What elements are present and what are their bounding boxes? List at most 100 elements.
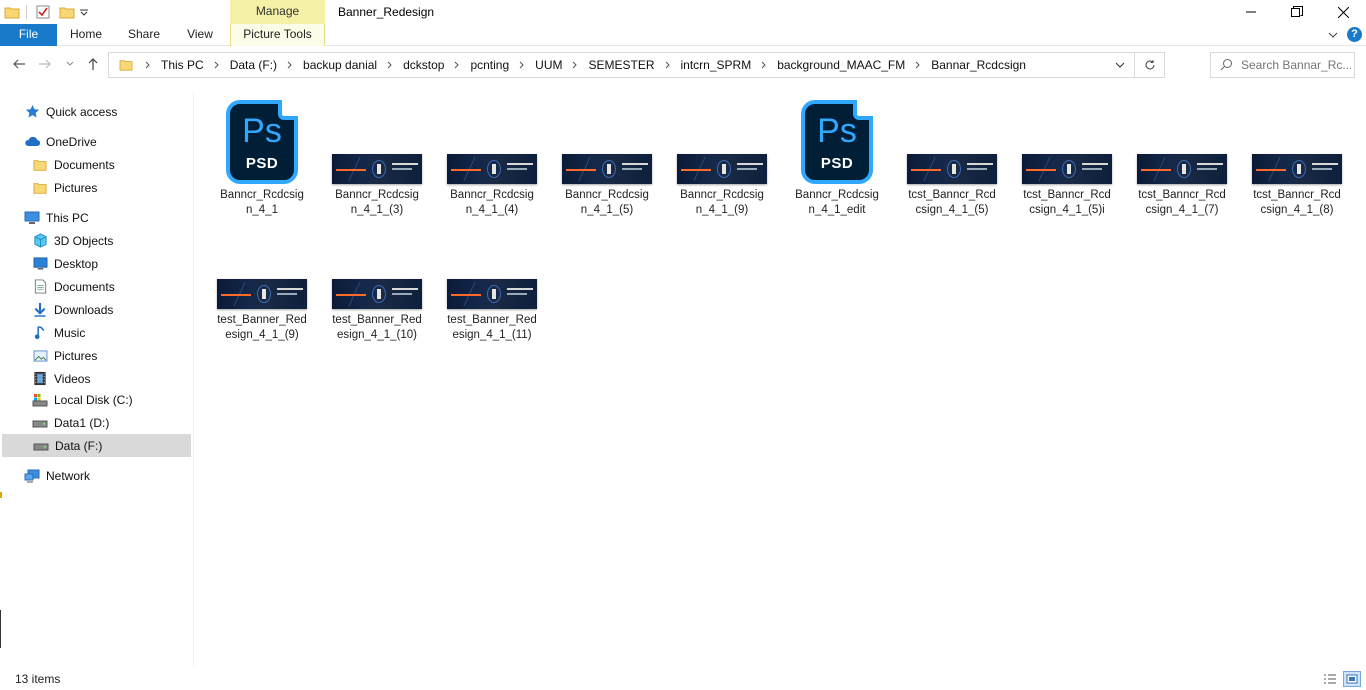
sidebar-item-label: Local Disk (C:) bbox=[54, 392, 133, 407]
close-icon bbox=[1337, 6, 1349, 18]
recent-locations-button[interactable] bbox=[64, 55, 76, 73]
ribbon-tabs: File Home Share View Picture Tools ? bbox=[0, 24, 1366, 46]
folder-icon bbox=[32, 157, 48, 173]
file-tile[interactable]: Banncr_Rcdcsign_4_1_(3) bbox=[330, 96, 424, 218]
status-bar: 13 items bbox=[0, 668, 1366, 690]
sidebar-item-quick-access[interactable]: Quick access bbox=[24, 100, 117, 123]
breadcrumb-uum[interactable]: UUM bbox=[533, 58, 564, 72]
file-tile[interactable]: Banncr_Rcdcsign_4_1_(4) bbox=[445, 96, 539, 218]
file-name: tcst_Banncr_Rcdcsign_4_1_(7) bbox=[1138, 189, 1226, 216]
file-tile[interactable]: Banncr_Rcdcsign_4_1_(5) bbox=[560, 96, 654, 218]
sidebar-item-this-pc[interactable]: This PC bbox=[24, 206, 89, 229]
breadcrumb-separator[interactable] bbox=[511, 61, 533, 69]
sidebar-item-pictures[interactable]: Pictures bbox=[32, 344, 97, 367]
address-bar[interactable]: This PC Data (F:) backup danial dckstop … bbox=[108, 52, 1165, 78]
close-button[interactable] bbox=[1320, 0, 1366, 24]
file-name: test_Banner_Redesign_4_1_(11) bbox=[447, 314, 537, 341]
file-tile[interactable]: tcst_Banncr_Rcdcsign_4_1_(5) bbox=[905, 96, 999, 218]
refresh-icon bbox=[1145, 60, 1154, 70]
breadcrumb-backup-danial[interactable]: backup danial bbox=[301, 58, 379, 72]
breadcrumb-separator[interactable] bbox=[564, 61, 586, 69]
address-history-button[interactable] bbox=[1110, 53, 1130, 77]
sidebar-item-music[interactable]: Music bbox=[32, 321, 85, 344]
breadcrumb-separator[interactable] bbox=[657, 61, 679, 69]
breadcrumb-data-f[interactable]: Data (F:) bbox=[228, 58, 279, 72]
search-input[interactable] bbox=[1241, 56, 1351, 74]
minimize-icon bbox=[1246, 11, 1256, 13]
back-button[interactable] bbox=[10, 55, 28, 73]
file-tile[interactable]: tcst_Banncr_Rcdcsign_4_1_(5)i bbox=[1020, 96, 1114, 218]
search-box[interactable] bbox=[1210, 52, 1355, 78]
details-view-icon bbox=[1324, 674, 1336, 684]
toolbar-divider bbox=[26, 5, 27, 19]
breadcrumb-this-pc[interactable]: This PC bbox=[159, 58, 206, 72]
details-view-button[interactable] bbox=[1321, 671, 1339, 687]
sidebar-item-onedrive[interactable]: OneDrive bbox=[24, 130, 97, 153]
breadcrumb-background-maac-fm[interactable]: background_MAAC_FM bbox=[775, 58, 907, 72]
file-name: Banncr_Rcdcsign_4_1_(5) bbox=[565, 189, 649, 216]
tab-home[interactable]: Home bbox=[62, 24, 110, 46]
sidebar-item-desktop[interactable]: Desktop bbox=[32, 252, 98, 275]
breadcrumb-separator[interactable] bbox=[753, 61, 775, 69]
breadcrumb-semester[interactable]: SEMESTER bbox=[586, 58, 656, 72]
restore-button[interactable] bbox=[1274, 0, 1320, 24]
file-tile[interactable]: Ps PSD Banncr_Rcdcsign_4_1_edit bbox=[790, 96, 884, 218]
sidebar-item-onedrive-documents[interactable]: Documents bbox=[32, 153, 115, 176]
tab-file[interactable]: File bbox=[0, 24, 57, 46]
breadcrumb-intern-sprm[interactable]: intcrn_SPRM bbox=[679, 58, 754, 72]
sidebar-item-videos[interactable]: Videos bbox=[32, 367, 90, 390]
file-tile[interactable]: tcst_Banncr_Rcdcsign_4_1_(8) bbox=[1250, 96, 1344, 218]
image-thumbnail bbox=[332, 154, 422, 184]
tab-picture-tools[interactable]: Picture Tools bbox=[230, 24, 325, 46]
minimize-button[interactable] bbox=[1228, 0, 1274, 24]
file-name: test_Banner_Redesign_4_1_(10) bbox=[332, 314, 422, 341]
tab-share[interactable]: Share bbox=[120, 24, 168, 46]
restore-icon bbox=[1291, 6, 1303, 17]
large-icons-view-icon bbox=[1346, 674, 1358, 684]
computer-icon bbox=[24, 210, 40, 226]
sidebar-item-network[interactable]: Network bbox=[24, 464, 90, 487]
breadcrumb-separator[interactable] bbox=[907, 61, 929, 69]
breadcrumb-separator[interactable] bbox=[446, 61, 468, 69]
file-tile[interactable]: test_Banner_Redesign_4_1_(11) bbox=[445, 221, 539, 343]
file-tile[interactable]: test_Banner_Redesign_4_1_(10) bbox=[330, 221, 424, 343]
sidebar-item-label: OneDrive bbox=[46, 134, 97, 149]
pane-divider[interactable] bbox=[193, 92, 194, 666]
sidebar-item-documents[interactable]: Documents bbox=[32, 275, 115, 298]
breadcrumb-separator[interactable] bbox=[206, 61, 228, 69]
customize-toolbar-icon[interactable] bbox=[79, 4, 89, 20]
sidebar-item-downloads[interactable]: Downloads bbox=[32, 298, 113, 321]
image-thumbnail bbox=[1022, 154, 1112, 184]
large-icons-view-button[interactable] bbox=[1343, 671, 1361, 687]
new-folder-icon[interactable] bbox=[59, 4, 75, 20]
sidebar-item-label: Documents bbox=[54, 279, 115, 294]
file-tile[interactable]: Banncr_Rcdcsign_4_1_(9) bbox=[675, 96, 769, 218]
properties-icon[interactable] bbox=[35, 4, 51, 20]
file-tile[interactable]: tcst_Banncr_Rcdcsign_4_1_(7) bbox=[1135, 96, 1229, 218]
forward-button[interactable] bbox=[36, 55, 54, 73]
breadcrumb-separator[interactable] bbox=[279, 61, 301, 69]
file-tile[interactable]: Ps PSD Banncr_Rcdcsign_4_1 bbox=[215, 96, 309, 218]
refresh-button[interactable] bbox=[1134, 53, 1164, 77]
breadcrumb-penting[interactable]: pcnting bbox=[468, 58, 511, 72]
chevron-down-icon bbox=[66, 61, 74, 66]
breadcrumb-banner-redesign[interactable]: Bannar_Rcdcsign bbox=[929, 58, 1028, 72]
manage-contextual-tab[interactable]: Manage bbox=[230, 0, 325, 24]
file-name: Banncr_Rcdcsign_4_1_(9) bbox=[680, 189, 764, 216]
file-tile[interactable]: test_Banner_Redesign_4_1_(9) bbox=[215, 221, 309, 343]
arrow-up-icon bbox=[88, 58, 98, 70]
cube-icon bbox=[32, 233, 48, 249]
expand-ribbon-icon[interactable] bbox=[1326, 28, 1340, 42]
navigation-pane: Quick access OneDrive Documents Pictures… bbox=[0, 92, 193, 666]
tab-view[interactable]: View bbox=[178, 24, 222, 46]
breadcrumb-desktop[interactable]: dckstop bbox=[401, 58, 446, 72]
sidebar-item-3d-objects[interactable]: 3D Objects bbox=[32, 229, 113, 252]
up-button[interactable] bbox=[84, 55, 102, 73]
breadcrumb-separator[interactable] bbox=[379, 61, 401, 69]
sidebar-item-data1-d[interactable]: Data1 (D:) bbox=[32, 411, 109, 434]
sidebar-item-data-f[interactable]: Data (F:) bbox=[2, 434, 191, 457]
sidebar-item-onedrive-pictures[interactable]: Pictures bbox=[32, 176, 97, 199]
breadcrumb-separator[interactable] bbox=[137, 61, 159, 69]
help-icon[interactable]: ? bbox=[1347, 27, 1362, 42]
sidebar-item-local-disk-c[interactable]: Local Disk (C:) bbox=[32, 388, 133, 411]
